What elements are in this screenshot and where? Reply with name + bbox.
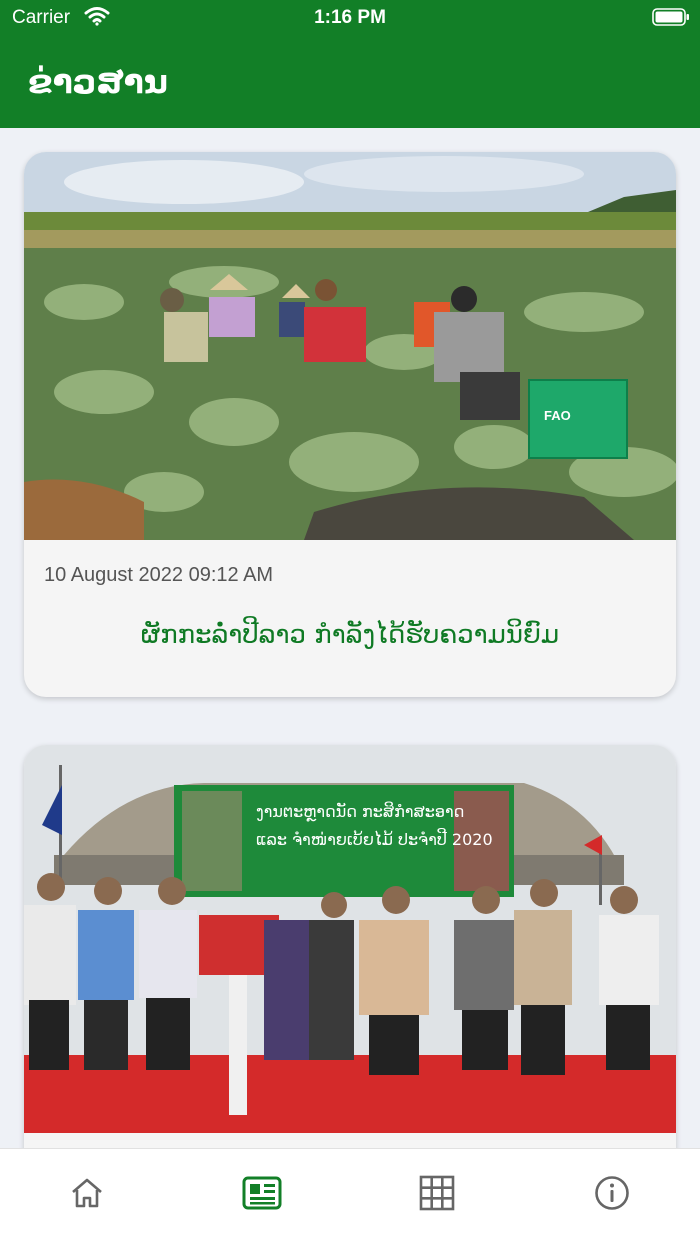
grid-icon xyxy=(419,1175,455,1211)
app-header: Carrier 1:16 PM ຂ່າວສານ xyxy=(0,0,700,128)
tab-news[interactable] xyxy=(242,1173,282,1213)
tab-bar xyxy=(0,1148,700,1245)
news-photo-market-ceremony: ງານຕະຫຼາດນັດ ກະສິກໍາສະອາດ ແລະ ຈໍາໜ່າຍເບ້… xyxy=(24,745,676,1133)
banner-line-1: ງານຕະຫຼາດນັດ ກະສິກໍາສະອາດ xyxy=(256,802,464,821)
tab-info[interactable] xyxy=(592,1173,632,1213)
news-icon xyxy=(242,1176,282,1210)
home-icon xyxy=(72,1178,102,1208)
news-card[interactable]: FAO 10 August 2022 09:12 AM ຜັກກະລໍ່າປີລ… xyxy=(24,152,676,697)
news-date: 10 August 2022 09:12 AM xyxy=(44,564,274,586)
news-headline[interactable]: ຜັກກະລໍ່າປີລາວ ກໍາລັງໄດ້ຮັບຄວາມນິຍົມ xyxy=(24,620,676,650)
banner-line-2: ແລະ ຈໍາໜ່າຍເບ້ຍໄມ້ ປະຈໍາປີ 2020 xyxy=(256,828,493,849)
clock: 1:16 PM xyxy=(314,7,386,28)
page-title: ຂ່າວສານ xyxy=(28,62,168,101)
info-icon xyxy=(595,1176,629,1210)
status-bar: Carrier 1:16 PM xyxy=(0,0,700,36)
news-card[interactable]: ງານຕະຫຼາດນັດ ກະສິກໍາສະອາດ ແລະ ຈໍາໜ່າຍເບ້… xyxy=(24,745,676,1148)
news-photo-cabbage-field: FAO xyxy=(24,152,676,540)
crate-label: FAO xyxy=(544,408,571,423)
news-feed[interactable]: FAO 10 August 2022 09:12 AM ຜັກກະລໍ່າປີລ… xyxy=(0,128,700,1148)
battery-icon xyxy=(652,8,690,26)
tab-grid[interactable] xyxy=(417,1173,457,1213)
tab-home[interactable] xyxy=(67,1173,107,1213)
